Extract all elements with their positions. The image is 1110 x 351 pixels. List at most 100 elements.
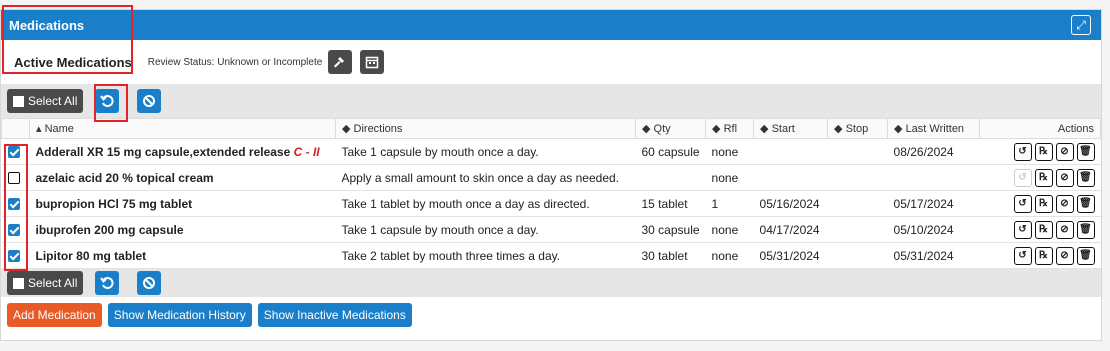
renew-icon[interactable]: ↺ — [1013, 194, 1032, 213]
col-directions[interactable]: ◆ Directions — [335, 118, 636, 139]
med-name: Adderall XR 15 mg capsule,extended relea… — [35, 144, 291, 159]
row-actions: ↺ ℞ ⊘ 🗑 — [979, 242, 1101, 269]
col-stop[interactable]: ◆ Stop — [827, 118, 889, 139]
top-toolbar: Select All — [1, 84, 1101, 118]
refills: none — [705, 138, 754, 165]
med-name-cell: Adderall XR 15 mg capsule,extended relea… — [29, 138, 336, 165]
highlight-box-title — [2, 5, 133, 74]
med-name-cell: bupropion HCl 75 mg tablet — [29, 190, 336, 217]
discontinue-icon[interactable]: ⊘ — [1055, 220, 1074, 239]
renew-icon[interactable]: ↺ — [1013, 246, 1032, 265]
bottom-toolbar: Select All — [1, 269, 1101, 297]
discontinue-icon[interactable]: ⊘ — [1055, 168, 1074, 187]
row-actions: ↺ ℞ ⊘ 🗑 — [979, 190, 1101, 217]
renew-icon[interactable] — [95, 271, 120, 295]
table-row[interactable]: Lipitor 80 mg tablet Take 2 tablet by mo… — [1, 242, 1101, 269]
discontinue-icon[interactable]: ⊘ — [1055, 142, 1074, 161]
start-date — [753, 138, 828, 165]
renew-icon[interactable]: ↺ — [1013, 168, 1032, 187]
renew-icon[interactable]: ↺ — [1013, 142, 1032, 161]
col-start[interactable]: ◆ Start — [753, 118, 829, 139]
refills: 1 — [705, 190, 754, 217]
directions: Apply a small amount to skin once a day … — [335, 164, 636, 191]
last-written — [887, 164, 980, 191]
table-row[interactable]: bupropion HCl 75 mg tablet Take 1 tablet… — [1, 190, 1101, 217]
qty: 15 tablet — [635, 190, 706, 217]
qty: 60 capsule — [635, 138, 706, 165]
table-row[interactable]: ibuprofen 200 mg capsule Take 1 capsule … — [1, 216, 1101, 243]
col-last-written[interactable]: ◆ Last Written — [887, 118, 981, 139]
col-actions: Actions — [979, 118, 1101, 139]
start-date: 05/31/2024 — [753, 242, 828, 269]
row-actions: ↺ ℞ ⊘ 🗑 — [979, 164, 1101, 191]
panel-header: Medications ⤢ — [1, 10, 1101, 40]
table-row[interactable]: azelaic acid 20 % topical cream Apply a … — [1, 164, 1101, 191]
qty — [635, 164, 706, 191]
prescription-icon[interactable]: ℞ — [1034, 142, 1053, 161]
last-written: 05/31/2024 — [887, 242, 980, 269]
directions: Take 2 tablet by mouth three times a day… — [335, 242, 636, 269]
trash-icon[interactable]: 🗑 — [1076, 246, 1095, 265]
sub-header: Active Medications Review Status: Unknow… — [1, 40, 1101, 84]
trash-icon[interactable]: 🗑 — [1076, 194, 1095, 213]
show-medication-history-button[interactable]: Show Medication History — [107, 303, 252, 327]
last-written: 05/17/2024 — [887, 190, 980, 217]
med-name-cell: azelaic acid 20 % topical cream — [29, 164, 336, 191]
directions: Take 1 capsule by mouth once a day. — [335, 216, 636, 243]
trash-icon[interactable]: 🗑 — [1076, 142, 1095, 161]
medications-panel: Medications ⤢ Active Medications Review … — [0, 9, 1102, 341]
gavel-icon[interactable] — [328, 50, 353, 74]
discontinue-icon[interactable] — [137, 89, 162, 113]
trash-icon[interactable]: 🗑 — [1076, 220, 1095, 239]
directions: Take 1 tablet by mouth once a day as dir… — [335, 190, 636, 217]
discontinue-icon[interactable]: ⊘ — [1055, 246, 1074, 265]
prescription-icon[interactable]: ℞ — [1034, 194, 1053, 213]
refills: none — [705, 164, 754, 191]
col-qty[interactable]: ◆ Qty — [634, 118, 707, 139]
highlight-box-renew — [94, 84, 128, 122]
stop-date — [827, 138, 888, 165]
review-status: Review Status: Unknown or Incomplete — [148, 57, 323, 68]
col-name[interactable]: ▴ Name — [29, 118, 336, 139]
med-name: Lipitor 80 mg tablet — [35, 248, 147, 263]
med-name-cell: ibuprofen 200 mg capsule — [29, 216, 336, 243]
qty: 30 capsule — [635, 216, 706, 243]
med-name: ibuprofen 200 mg capsule — [35, 222, 184, 237]
select-all-label: Select All — [28, 276, 78, 290]
refills: none — [705, 242, 754, 269]
stop-date — [827, 242, 888, 269]
footer-actions: Add Medication Show Medication History S… — [1, 297, 1101, 333]
row-actions: ↺ ℞ ⊘ 🗑 — [979, 216, 1101, 243]
discontinue-icon[interactable]: ⊘ — [1055, 194, 1074, 213]
prescription-icon[interactable]: ℞ — [1034, 220, 1053, 239]
calendar-icon[interactable] — [360, 50, 385, 74]
review-label: Review Status: — [147, 56, 215, 68]
qty: 30 tablet — [635, 242, 706, 269]
select-all-button[interactable]: Select All — [7, 89, 84, 113]
stop-date — [827, 190, 888, 217]
add-medication-button[interactable]: Add Medication — [7, 303, 102, 327]
stop-date — [827, 164, 888, 191]
discontinue-icon[interactable] — [137, 271, 162, 295]
expand-icon[interactable]: ⤢ — [1071, 15, 1091, 35]
directions: Take 1 capsule by mouth once a day. — [335, 138, 636, 165]
trash-icon[interactable]: 🗑 — [1076, 168, 1095, 187]
med-name-cell: Lipitor 80 mg tablet — [29, 242, 336, 269]
highlight-box-checkboxes — [4, 144, 28, 271]
renew-icon[interactable]: ↺ — [1013, 220, 1032, 239]
start-date: 05/16/2024 — [753, 190, 828, 217]
row-actions: ↺ ℞ ⊘ 🗑 — [979, 138, 1101, 165]
med-name: bupropion HCl 75 mg tablet — [35, 196, 193, 211]
show-inactive-medications-button[interactable]: Show Inactive Medications — [257, 303, 412, 327]
prescription-icon[interactable]: ℞ — [1034, 168, 1053, 187]
col-rfl[interactable]: ◆ Rfl — [705, 118, 755, 139]
prescription-icon[interactable]: ℞ — [1034, 246, 1053, 265]
select-all-checkbox — [13, 95, 24, 107]
table-row[interactable]: Adderall XR 15 mg capsule,extended relea… — [1, 138, 1101, 165]
med-name: azelaic acid 20 % topical cream — [35, 170, 214, 185]
start-date — [753, 164, 828, 191]
stop-date — [827, 216, 888, 243]
start-date: 04/17/2024 — [753, 216, 828, 243]
select-all-checkbox-bottom — [13, 277, 24, 289]
select-all-button-bottom[interactable]: Select All — [7, 271, 84, 295]
